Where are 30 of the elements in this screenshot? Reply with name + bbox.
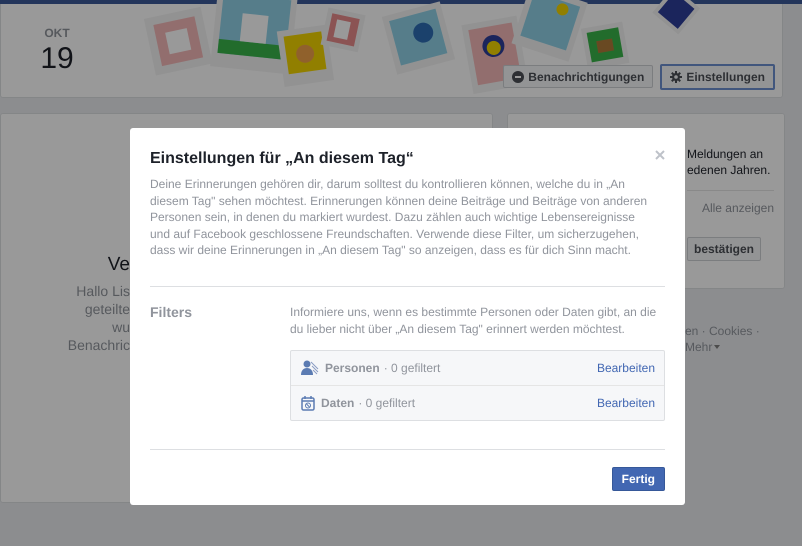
minus-circle-icon — [512, 70, 524, 82]
filter-count: · 0 gefiltert — [384, 360, 440, 375]
filter-count: · 0 gefiltert — [358, 396, 416, 410]
date-month: OKT — [44, 26, 70, 40]
done-button[interactable]: Fertig — [612, 466, 665, 491]
close-icon[interactable] — [655, 150, 665, 160]
people-icon — [301, 360, 319, 376]
card-text: geteilte — [84, 300, 130, 318]
gear-icon — [670, 71, 682, 83]
side-text: edenen Jahren. — [687, 162, 772, 178]
card-text: Benachric — [66, 336, 130, 354]
show-all-link[interactable]: Alle anzeigen — [702, 201, 774, 215]
edit-link[interactable]: Bearbeiten — [596, 360, 655, 375]
filters-intro: Informiere uns, wenn es bestimmte Personen oder Daten gibt, an die du lieber nicht über „An diesem Tag" erinnert werden möchtest. — [290, 304, 658, 338]
caret-icon — [714, 345, 720, 349]
date-day: 19 — [40, 42, 74, 76]
confirm-button[interactable]: bestätigen — [687, 237, 762, 261]
edit-link[interactable]: Bearbeiten — [596, 396, 655, 410]
settings-button[interactable]: Einstellungen — [660, 64, 775, 90]
notifications-button[interactable]: Benachrichtigungen — [503, 65, 654, 88]
calendar-icon — [301, 394, 315, 411]
card-heading: Ve — [106, 254, 130, 276]
side-text: Meldungen an — [687, 146, 764, 162]
dialog-title: Einstellungen für „An diesem Tag“ — [150, 150, 414, 168]
filters-label: Filters — [150, 304, 194, 322]
card-text: wu — [111, 318, 130, 336]
dialog-description: Deine Erinnerungen gehören dir, darum solltest du kontrollieren können, welche du in „An diesem Tag" sehen möchtest. Erinnerungen können deine Beiträge und Beiträge von anderen Personen sein, in denen du markiert wurdest. Dazu zählen auch wichtige Lebensereignisse und auf Facebook geschlossene Freundschaften. Verwende diese Filter, um sicherzugehen, dass wir deine Erinnerungen in „An diesem Tag" so anzeigen, dass es für dich Sinn macht. — [150, 176, 648, 259]
filter-name: Personen — [325, 360, 380, 375]
filter-name: Daten — [321, 396, 354, 410]
card-text: Hallo Lis — [75, 282, 130, 300]
